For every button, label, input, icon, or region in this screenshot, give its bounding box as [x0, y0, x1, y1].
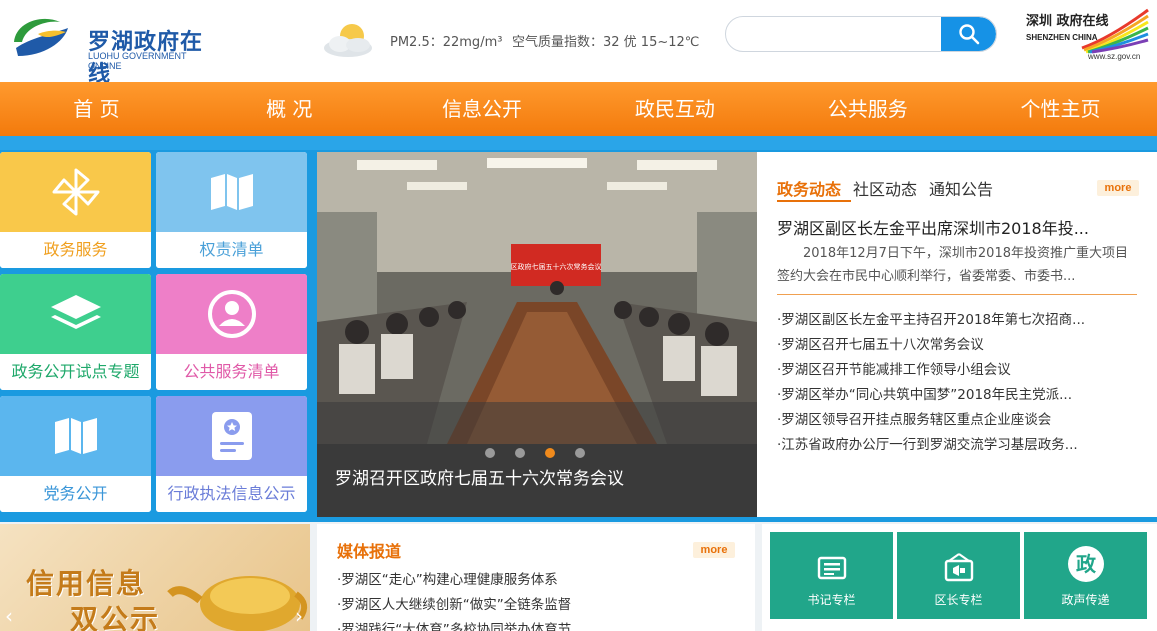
certificate-icon: [211, 412, 252, 460]
active-tab-underline: [777, 200, 851, 202]
tab-community-news[interactable]: 社区动态: [853, 176, 917, 204]
notice-board-icon: [817, 556, 847, 580]
search-button[interactable]: [941, 17, 996, 51]
user-circle-icon: [207, 290, 256, 338]
tile-label: 权责清单: [156, 232, 307, 268]
news-summary: 2018年12月7日下午，深圳市2018年投资推广重大项目签约大会在市民中心顺利…: [777, 246, 1128, 284]
band-strip: [0, 136, 1157, 150]
tile-government-service[interactable]: 政务服务: [0, 152, 151, 268]
search-box: [725, 16, 997, 52]
tile-label: 党务公开: [0, 476, 151, 512]
news-panel: 政务动态 社区动态 通知公告 more 罗湖区副区长左金平出席深圳市2018年投…: [757, 152, 1157, 517]
slide-pagination: [485, 448, 585, 458]
megaphone-board-icon: [944, 553, 974, 582]
list-item[interactable]: ·江苏省政府办公厅一行到罗湖交流学习基层政务...: [777, 433, 1137, 458]
slide-caption[interactable]: 罗湖召开区政府七届五十六次常务会议: [335, 464, 624, 489]
list-item[interactable]: ·罗湖区举办“同心共筑中国梦”2018年民主党派...: [777, 383, 1137, 408]
news-more-button[interactable]: more: [1097, 180, 1139, 196]
list-item[interactable]: ·罗湖践行“大体育”多校协同举办体育节: [337, 618, 737, 631]
list-item[interactable]: ·罗湖区领导召开挂点服务辖区重点企业座谈会: [777, 408, 1137, 433]
list-item[interactable]: ·罗湖区召开节能减排工作领导小组会议: [777, 358, 1137, 383]
nav-overview[interactable]: 概 况: [193, 82, 386, 136]
site-logo[interactable]: 罗湖政府在线 LUOHU GOVERNMENT ONLINE: [8, 8, 218, 87]
tile-label: 行政执法信息公示: [156, 476, 307, 512]
list-item[interactable]: ·罗湖区副区长左金平主持召开2018年第七次招商...: [777, 308, 1137, 333]
nav-info-disclosure[interactable]: 信息公开: [386, 82, 579, 136]
column-label: 区长专栏: [934, 593, 983, 607]
search-icon: [958, 24, 979, 45]
main-nav: 首 页 概 况 信息公开 政民互动 公共服务 个性主页: [0, 82, 1157, 136]
rainbow-swoosh-icon: [1081, 8, 1149, 54]
tile-label: 政务公开试点专题: [0, 354, 151, 390]
news-headline[interactable]: 罗湖区副区长左金平出席深圳市2018年投...: [777, 215, 1137, 239]
pinwheel-icon: [52, 168, 99, 216]
nav-public-service[interactable]: 公共服务: [771, 82, 964, 136]
list-item[interactable]: ·罗湖区召开七届五十八次常务会议: [777, 333, 1137, 358]
tile-pilot-topic[interactable]: 政务公开试点专题: [0, 274, 151, 390]
credit-info-banner[interactable]: 信用信息 双公示 ‹ ›: [0, 524, 310, 631]
luohu-logo-icon: [14, 18, 68, 56]
news-slideshow[interactable]: 区政府七届五十六次常务会议 罗湖召开区政府七届五十六次常务会议: [317, 152, 757, 517]
zheng-badge-icon: 政: [1068, 546, 1104, 582]
list-item[interactable]: ·罗湖区“走心”构建心理健康服务体系: [337, 568, 737, 593]
column-label: 书记专栏: [807, 593, 856, 607]
book-icon: [54, 418, 97, 454]
column-secretary[interactable]: 书记专栏: [770, 532, 893, 619]
columns-panel: 书记专栏 区长专栏 政 政声传递: [762, 524, 1157, 631]
teapot-image: [167, 576, 308, 631]
slide-dot[interactable]: [515, 448, 525, 458]
nav-interaction[interactable]: 政民互动: [578, 82, 771, 136]
shenzhen-gov-logo[interactable]: 深圳 政府在线 SHENZHEN CHINA www.sz.gov.cn: [1022, 6, 1150, 64]
divider: [777, 294, 1137, 295]
column-district-head[interactable]: 区长专栏: [897, 532, 1020, 619]
media-list: ·罗湖区“走心”构建心理健康服务体系 ·罗湖区人大继续创新“做实”全链条监督 ·…: [337, 568, 737, 631]
meeting-photo: 区政府七届五十六次常务会议: [317, 152, 757, 444]
search-input[interactable]: [726, 17, 942, 51]
list-item[interactable]: ·罗湖区人大继续创新“做实”全链条监督: [337, 593, 737, 618]
chevron-right-icon[interactable]: ›: [292, 604, 306, 628]
nav-personal-home[interactable]: 个性主页: [964, 82, 1157, 136]
news-list: ·罗湖区副区长左金平主持召开2018年第七次招商... ·罗湖区召开七届五十八次…: [777, 308, 1137, 458]
banner-text: 区政府七届五十六次常务会议: [511, 262, 602, 271]
column-label: 政声传递: [1061, 593, 1110, 607]
sz-logo-url: www.sz.gov.cn: [1088, 52, 1141, 61]
tile-party-affairs[interactable]: 党务公开: [0, 396, 151, 512]
logo-subtitle: LUOHU GOVERNMENT ONLINE: [88, 51, 187, 71]
nav-home[interactable]: 首 页: [0, 82, 193, 136]
column-policy-voice[interactable]: 政 政声传递: [1024, 532, 1147, 619]
layers-icon: [50, 295, 101, 329]
media-title: 媒体报道: [337, 542, 402, 561]
tile-label: 政务服务: [0, 232, 151, 268]
tile-law-enforcement[interactable]: 行政执法信息公示: [156, 396, 307, 512]
tile-label: 公共服务清单: [156, 354, 307, 390]
credit-title-line2: 双公示: [70, 603, 161, 631]
slide-dot[interactable]: [575, 448, 585, 458]
media-reports-panel: 媒体报道 more ·罗湖区“走心”构建心理健康服务体系 ·罗湖区人大继续创新“…: [317, 524, 755, 631]
pm25-readout: PM2.5：22mg/m³: [390, 35, 503, 50]
site-header: 罗湖政府在线 LUOHU GOVERNMENT ONLINE PM2.5：22m…: [0, 0, 1157, 87]
tab-notices[interactable]: 通知公告: [929, 176, 993, 204]
credit-title-line1: 信用信息: [26, 567, 147, 600]
tile-power-list[interactable]: 权责清单: [156, 152, 307, 268]
slide-dot[interactable]: [485, 448, 495, 458]
book-icon: [210, 174, 253, 210]
weather-cloudy-icon: [324, 24, 372, 57]
media-more-button[interactable]: more: [693, 542, 735, 558]
slide-dot-active[interactable]: [545, 448, 555, 458]
tile-public-service-list[interactable]: 公共服务清单: [156, 274, 307, 390]
chevron-left-icon[interactable]: ‹: [2, 604, 16, 628]
air-quality-readout: 空气质量指数：32 优 15~12℃: [512, 35, 700, 50]
